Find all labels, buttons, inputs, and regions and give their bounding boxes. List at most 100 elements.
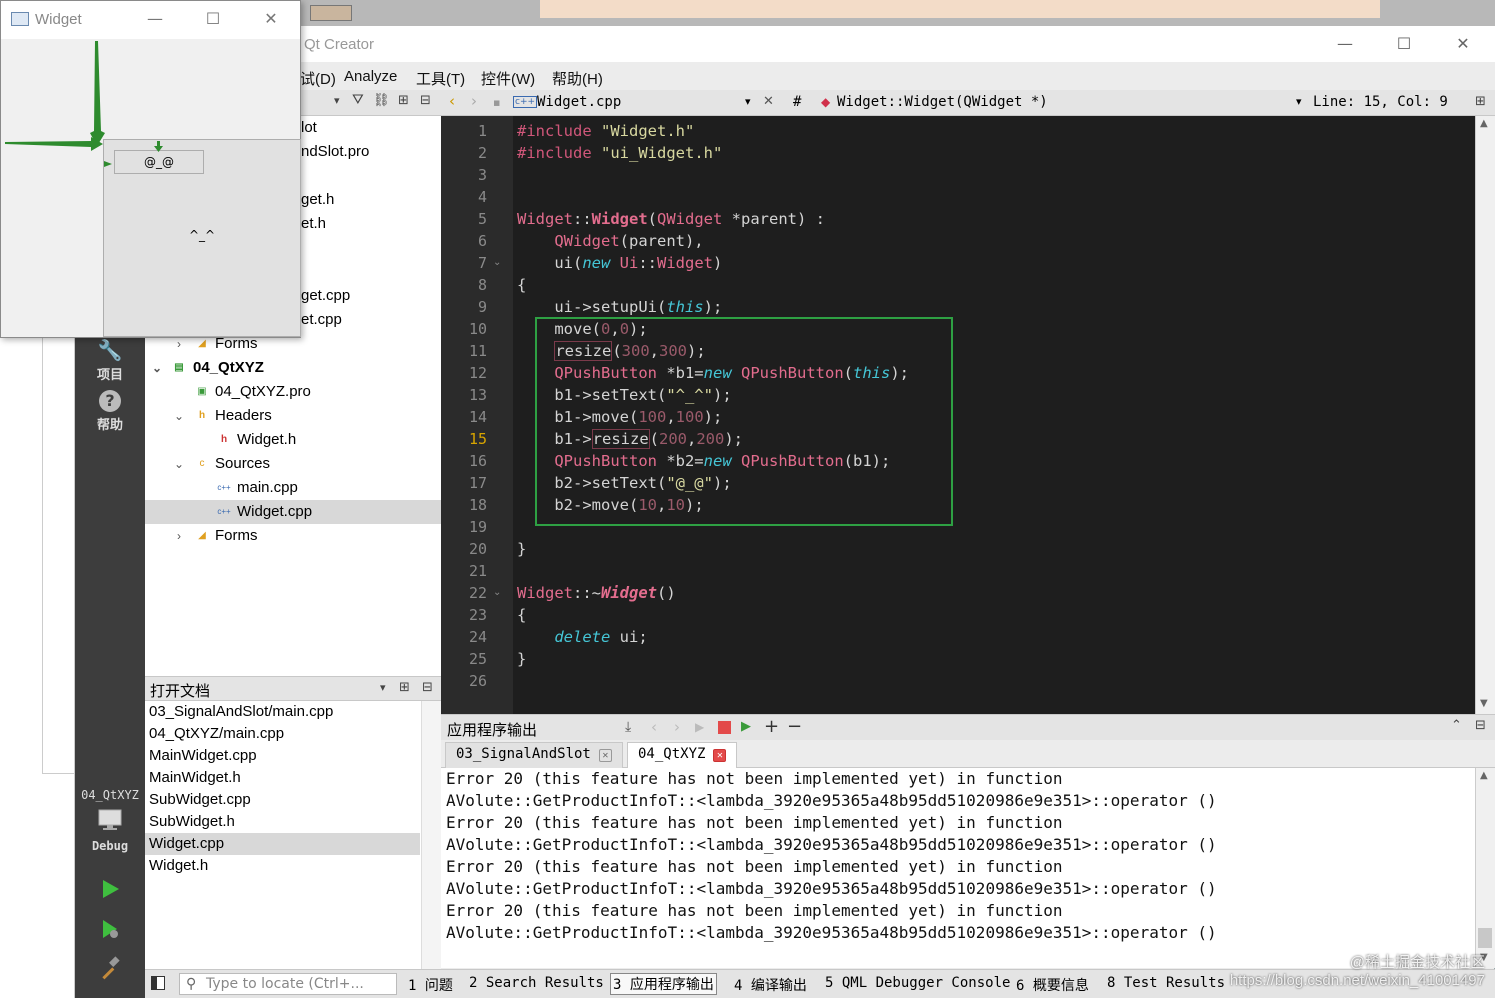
split-icon[interactable]: ⊞ xyxy=(399,680,410,695)
dropdown-icon[interactable]: ▾ xyxy=(1296,95,1302,108)
list-item[interactable]: SubWidget.h xyxy=(145,811,420,833)
dropdown-icon[interactable]: ▾ xyxy=(380,681,386,694)
cpp-file-icon: c++ xyxy=(513,96,538,108)
tree-row-forms[interactable]: › ◢ Forms xyxy=(145,524,441,548)
close-pane-icon[interactable]: ⊟ xyxy=(1475,718,1486,733)
cursor-position: Line: 15, Col: 9 xyxy=(1313,94,1448,110)
list-item[interactable]: SubWidget.cpp xyxy=(145,789,420,811)
output-tab[interactable]: 04_QtXYZ ✕ xyxy=(627,742,738,768)
forward-icon[interactable]: › xyxy=(471,92,477,110)
status-tab-search-results[interactable]: 2 Search Results xyxy=(469,975,604,991)
rerun-icon[interactable]: ▶ xyxy=(741,719,751,734)
close-file-icon[interactable]: ✕ xyxy=(763,94,774,109)
menu-controls[interactable]: 控件(W) xyxy=(481,68,535,89)
filter-icon[interactable]: ⛛ xyxy=(352,92,364,108)
scroll-up-icon[interactable]: ▲ xyxy=(1480,118,1488,129)
link-icon[interactable]: ⛓ xyxy=(373,93,390,108)
tree-row-widget-cpp[interactable]: c++ Widget.cpp xyxy=(145,500,441,524)
list-item[interactable]: 03_SignalAndSlot/main.cpp xyxy=(145,701,420,723)
output-console[interactable]: Error 20 (this feature has not been impl… xyxy=(441,768,1475,968)
tree-row-widget-h[interactable]: h Widget.h xyxy=(145,428,441,452)
current-file-label[interactable]: Widget.cpp xyxy=(537,94,621,110)
maximize-button[interactable]: ☐ xyxy=(1375,32,1433,56)
code-editor[interactable]: #include "Widget.h" #include "ui_Widget.… xyxy=(513,116,1475,714)
collapse-arrow-icon[interactable]: ⌄ xyxy=(172,452,186,476)
forward-icon[interactable]: › xyxy=(674,718,680,736)
debug-run-button[interactable] xyxy=(75,918,145,947)
widget-window[interactable]: Widget — ☐ ✕ ^_^ @_@ xyxy=(0,0,301,338)
tree-row-sources[interactable]: ⌄ c Sources xyxy=(145,452,441,476)
dropdown-icon[interactable]: ▾ xyxy=(334,94,340,107)
zoom-out-icon[interactable]: − xyxy=(787,716,802,737)
scroll-down-icon[interactable]: ▼ xyxy=(1480,698,1488,709)
tree-row-label: Widget.h xyxy=(237,431,297,448)
close-tab-icon[interactable]: ✕ xyxy=(713,749,727,762)
zoom-in-icon[interactable]: + xyxy=(764,716,779,737)
scroll-thumb[interactable] xyxy=(1478,928,1492,948)
stop-icon[interactable] xyxy=(718,721,731,734)
list-item[interactable]: 04_QtXYZ/main.cpp xyxy=(145,723,420,745)
menu-analyze[interactable]: Analyze xyxy=(344,68,397,85)
mode-projects-button[interactable]: 🔧 项目 xyxy=(75,338,145,383)
status-tab-issues[interactable]: 1 问题 xyxy=(408,975,453,995)
toggle-sidebar-icon[interactable] xyxy=(151,976,165,990)
kit-selector[interactable]: 04_QtXYZ Debug xyxy=(75,788,145,853)
status-tab-qml-console[interactable]: 5 QML Debugger Console xyxy=(825,975,1010,991)
line-number: 18 xyxy=(468,496,487,514)
status-tab-compile-output[interactable]: 4 编译输出 xyxy=(734,975,807,995)
fold-marker-icon[interactable]: ⌄ xyxy=(493,582,501,604)
output-line: AVolute::GetProductInfoT::<lambda_3920e9… xyxy=(446,923,1217,942)
attach-icon[interactable]: ⤓ xyxy=(625,719,631,735)
annotation-arrow-horizontal xyxy=(5,137,103,151)
line-number: 4 xyxy=(477,188,487,206)
list-item[interactable]: MainWidget.cpp xyxy=(145,745,420,767)
tree-row-main-cpp[interactable]: c++ main.cpp xyxy=(145,476,441,500)
status-tab-test-results[interactable]: 8 Test Results xyxy=(1107,975,1225,991)
tree-row-project[interactable]: ⌄ ▤ 04_QtXYZ xyxy=(145,356,441,380)
split-icon[interactable]: ⊞ xyxy=(398,93,409,108)
dropdown-icon[interactable]: ▾ xyxy=(745,95,751,108)
back-icon[interactable]: ‹ xyxy=(651,718,657,736)
fold-marker-icon[interactable]: ⌄ xyxy=(493,252,501,274)
close-pane-icon[interactable]: ⊟ xyxy=(422,680,433,695)
status-tab-app-output[interactable]: 3 应用程序输出 xyxy=(610,973,717,995)
output-pane-header: 应用程序输出 ⤓ ‹ › ▶ ▶ + − ⌃ ⊟ xyxy=(441,714,1495,740)
menu-debug[interactable]: 试(D) xyxy=(300,68,336,89)
kit-config-label: Debug xyxy=(91,839,129,853)
cpp-file-icon: c++ xyxy=(217,507,231,516)
tree-row-label: 04_QtXYZ.pro xyxy=(215,383,311,400)
split-icon[interactable]: ⊞ xyxy=(1475,94,1486,109)
close-pane-icon[interactable]: ⊟ xyxy=(420,93,431,108)
list-item[interactable]: Widget.h xyxy=(145,855,420,877)
mode-help-button[interactable]: ? 帮助 xyxy=(75,390,145,433)
scrollbar[interactable] xyxy=(421,701,441,969)
close-tab-icon[interactable]: ✕ xyxy=(598,749,612,762)
menu-help[interactable]: 帮助(H) xyxy=(552,68,603,89)
mode-projects-label: 项目 xyxy=(96,368,123,383)
run-button[interactable] xyxy=(75,878,145,907)
collapse-arrow-icon[interactable]: ⌄ xyxy=(172,404,186,428)
list-item[interactable]: Widget.cpp xyxy=(145,833,420,855)
scrollbar[interactable]: ▲ ▼ xyxy=(1475,116,1495,714)
scroll-up-icon[interactable]: ▲ xyxy=(1480,770,1488,781)
output-tab[interactable]: 03_SignalAndSlot ✕ xyxy=(445,742,623,768)
minimize-button[interactable]: — xyxy=(1316,32,1374,56)
maximize-pane-icon[interactable]: ⌃ xyxy=(1451,718,1462,733)
build-button[interactable] xyxy=(75,956,145,987)
expand-arrow-icon[interactable]: › xyxy=(172,524,186,548)
run-icon[interactable]: ▶ xyxy=(695,720,704,734)
list-item[interactable]: MainWidget.h xyxy=(145,767,420,789)
close-button[interactable]: ✕ xyxy=(1434,32,1492,56)
symbol-selector[interactable]: Widget::Widget(QWidget *) xyxy=(837,94,1048,110)
back-icon[interactable]: ‹ xyxy=(449,92,455,110)
scrollbar[interactable]: ▲ ▼ xyxy=(1475,768,1495,968)
line-number: 6 xyxy=(477,232,487,250)
collapse-arrow-icon[interactable]: ⌄ xyxy=(150,356,164,380)
tree-row-pro-file[interactable]: ▣ 04_QtXYZ.pro xyxy=(145,380,441,404)
sources-icon: c xyxy=(199,458,205,469)
locator-input[interactable]: ⚲ Type to locate (Ctrl+... xyxy=(179,973,397,995)
tree-row-label: get.cpp xyxy=(301,287,351,304)
tree-row-headers[interactable]: ⌄ h Headers xyxy=(145,404,441,428)
menu-tools[interactable]: 工具(T) xyxy=(416,68,465,89)
status-tab-general-messages[interactable]: 6 概要信息 xyxy=(1016,975,1089,995)
